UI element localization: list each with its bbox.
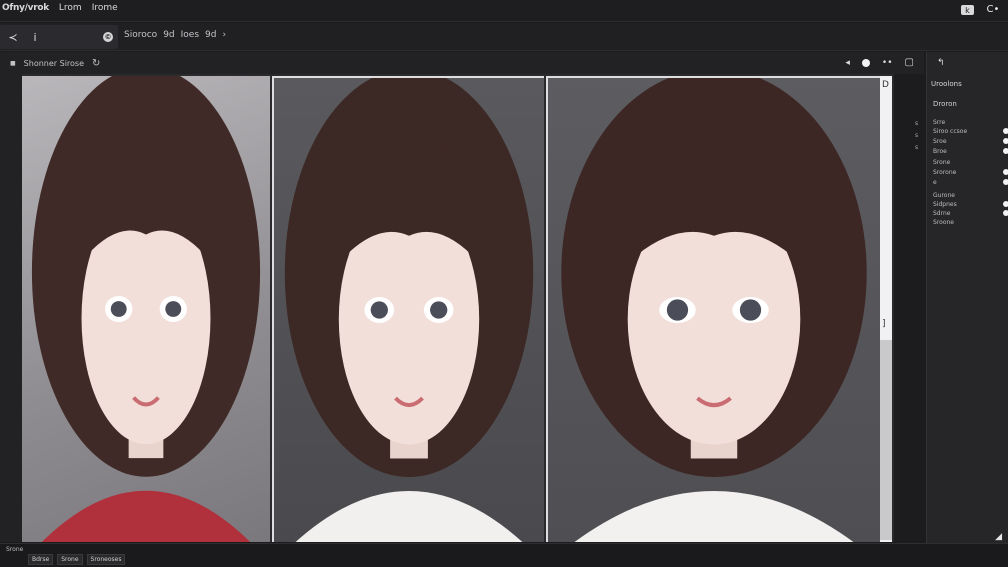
status-tab[interactable]: Bdrse — [28, 554, 54, 565]
menu-list: Ofny/vrok Lrom Irome — [2, 3, 118, 13]
toggle-dot-icon[interactable] — [1003, 210, 1008, 216]
breadcrumb: Sioroco 9d Ioes 9d › — [124, 30, 226, 40]
toggle-dot-icon[interactable] — [1003, 128, 1008, 134]
panel-row[interactable]: Sroe — [933, 137, 1008, 147]
eye-iris — [110, 301, 127, 317]
pin-icon[interactable]: ■ — [10, 60, 16, 67]
gutter-mark: s — [915, 144, 919, 151]
portrait-illustration — [31, 76, 261, 542]
toggle-dot-icon[interactable] — [1003, 201, 1008, 207]
settings-badge-icon[interactable]: © — [103, 32, 113, 42]
panel-row[interactable]: Srone — [933, 158, 1008, 168]
status-bar: Srone Bdrse Srone Sroneoses — [0, 543, 1008, 567]
left-rail — [0, 52, 22, 542]
panel-back-icon[interactable]: ↰ — [937, 58, 945, 68]
refresh-view-icon[interactable]: ↻ — [92, 58, 100, 69]
toggle-dot-icon[interactable] — [1003, 148, 1008, 154]
status-label: Srone — [6, 546, 24, 553]
keyboard-icon[interactable]: k — [961, 5, 974, 15]
viewer-controls: ◂ •• ▢ — [845, 57, 914, 68]
breadcrumb-item[interactable]: 9d — [205, 30, 216, 40]
menu-item-2[interactable]: Irome — [92, 3, 118, 13]
status-tab[interactable]: Sroneoses — [86, 554, 126, 565]
scroll-top-label: D — [882, 80, 889, 90]
panel-row[interactable]: e — [933, 178, 1008, 188]
shirt — [574, 490, 854, 542]
panel-row-label: Siroo ccsoe — [933, 128, 968, 135]
panel-row-label: Sroe — [933, 138, 947, 145]
breadcrumb-chevron-icon: › — [222, 30, 227, 40]
viewer-header: ■ Shonner Sirose ↻ ◂ •• ▢ — [0, 52, 924, 74]
eye-iris — [666, 299, 689, 321]
crop-tool-icon[interactable]: ≺ — [6, 29, 20, 45]
scroll-mid-label: ] — [882, 319, 886, 329]
panel-row[interactable]: Broe — [933, 147, 1008, 157]
shirt — [295, 490, 523, 542]
breadcrumb-item[interactable]: 9d — [163, 30, 174, 40]
viewer-title: Shonner Sirose — [23, 59, 85, 68]
status-tabs: Bdrse Srone Sroneoses — [28, 554, 126, 565]
panel-row-label: Sdrne — [933, 210, 951, 217]
image-canvas: D ] — [22, 74, 894, 542]
scrollbar-thumb[interactable] — [880, 340, 892, 540]
breadcrumb-item[interactable]: Ioes — [181, 30, 199, 40]
toggle-dot-icon[interactable] — [1003, 169, 1008, 175]
panel-row-label: Sroone — [933, 219, 954, 226]
tool-group: ≺ i © — [0, 25, 118, 49]
portrait-illustration — [284, 78, 534, 542]
eye-iris — [430, 301, 448, 319]
panel-subheader: Droron — [933, 100, 957, 108]
panel-header: Uroolons — [931, 80, 962, 88]
record-dot-icon[interactable] — [861, 58, 870, 67]
panel-gutter: s s s — [915, 120, 925, 151]
gutter-mark: s — [915, 120, 919, 127]
resize-corner-icon[interactable]: ◢ — [995, 532, 1002, 542]
portrait-illustration — [561, 78, 867, 542]
eye-iris — [165, 301, 182, 317]
panel-row-label: Gurone — [933, 192, 955, 199]
fullscreen-icon[interactable]: ▢ — [905, 57, 914, 68]
panel-row-label: Srorone — [933, 169, 957, 176]
panel-row[interactable]: Siroo ccsoe — [933, 127, 1008, 137]
panel-row[interactable]: Srorone — [933, 168, 1008, 178]
eye-iris — [739, 299, 762, 321]
more-icon[interactable]: •• — [882, 58, 893, 68]
image-panel-1[interactable] — [22, 76, 270, 542]
window-tray: k C• — [961, 3, 1000, 15]
image-panel-2[interactable] — [272, 76, 544, 542]
menu-bar: Ofny/vrok Lrom Irome k C• — [0, 0, 1008, 22]
menu-item-1[interactable]: Lrom — [59, 3, 82, 13]
panel-row-label: Sidpnes — [933, 201, 957, 208]
gutter-mark: s — [915, 132, 919, 139]
shirt — [41, 490, 251, 542]
panel-row-label: Srre — [933, 119, 946, 126]
toolbar: ≺ i © Sioroco 9d Ioes 9d › — [0, 23, 1008, 51]
panel-row-label: Srone — [933, 159, 951, 166]
breadcrumb-item[interactable]: Sioroco — [124, 30, 157, 40]
toggle-dot-icon[interactable] — [1003, 138, 1008, 144]
vertical-scrollbar[interactable]: D ] — [880, 76, 892, 542]
refresh-icon[interactable]: C• — [986, 3, 1000, 15]
image-panel-3[interactable] — [546, 76, 880, 542]
panel-row-label: Broe — [933, 148, 947, 155]
panel-row[interactable]: Sroone — [933, 218, 1008, 228]
properties-panel: ↰ Uroolons Droron s s s Srre Siroo ccsoe S… — [915, 52, 1008, 550]
app-name: Ofny/vrok — [2, 3, 49, 13]
eye-iris — [370, 301, 388, 319]
prev-icon[interactable]: ◂ — [845, 58, 850, 68]
panel-row-label: e — [933, 179, 937, 186]
toggle-dot-icon[interactable] — [1003, 179, 1008, 185]
viewer-title-group: ■ Shonner Sirose ↻ — [10, 58, 100, 69]
status-tab[interactable]: Srone — [57, 554, 83, 565]
info-tool-icon[interactable]: i — [30, 29, 40, 45]
